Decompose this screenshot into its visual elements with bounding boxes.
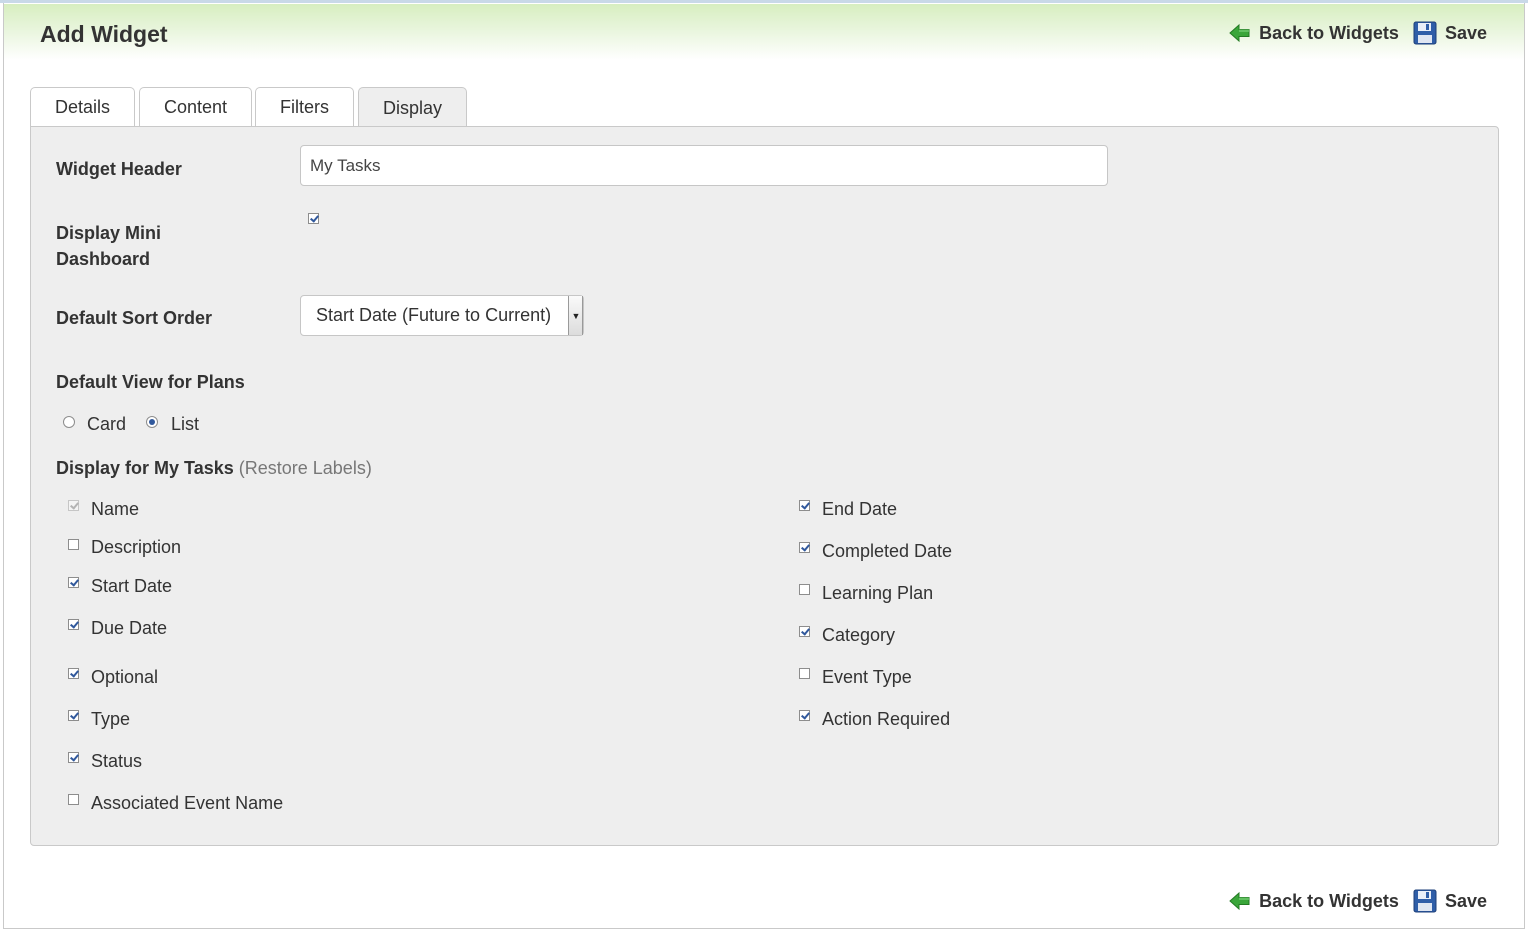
field-end-date-checkbox[interactable] (799, 500, 810, 511)
field-associated-event-name-checkbox[interactable] (68, 794, 79, 805)
display-for-label: Display for My Tasks (Restore Labels) (56, 455, 372, 481)
tab-filters[interactable]: Filters (255, 87, 354, 126)
back-arrow-icon (1229, 891, 1250, 911)
field-status-checkbox[interactable] (68, 752, 79, 763)
sort-order-label: Default Sort Order (56, 308, 213, 328)
field-learning-plan-label: Learning Plan (822, 583, 934, 603)
save-button[interactable]: Save (1413, 21, 1487, 45)
back-to-widgets-button[interactable]: Back to Widgets (1229, 22, 1399, 44)
header-actions: Back to Widgets Save (1215, 21, 1487, 45)
display-for-title: Display for My Tasks (56, 458, 234, 478)
display-tab-panel: Widget Header My Tasks Display Mini Dash… (30, 126, 1499, 846)
save-button-bottom[interactable]: Save (1413, 889, 1487, 913)
widget-header-value: My Tasks (310, 155, 381, 175)
restore-close-paren: ) (365, 458, 372, 478)
view-list-radio[interactable] (146, 416, 158, 428)
page-title: Add Widget (40, 21, 168, 47)
back-to-widgets-label: Back to Widgets (1259, 890, 1399, 911)
default-view-label: Default View for Plans (56, 372, 245, 392)
field-due-date-label: Due Date (91, 618, 168, 638)
sort-order-select[interactable]: Start Date (Future to Current) ▼ (300, 295, 584, 336)
tab-details[interactable]: Details (30, 87, 135, 126)
field-completed-date-label: Completed Date (822, 541, 953, 561)
field-associated-event-name-label: Associated Event Name (91, 793, 284, 813)
tab-content[interactable]: Content (139, 87, 252, 126)
view-list-label: List (171, 414, 200, 434)
restore-labels-link[interactable]: Restore Labels (245, 458, 366, 478)
field-event-type-label: Event Type (822, 667, 912, 687)
mini-dashboard-checkbox[interactable] (308, 213, 319, 224)
save-label: Save (1444, 890, 1487, 911)
sort-order-value: Start Date (Future to Current) (316, 305, 552, 325)
field-completed-date-checkbox[interactable] (799, 542, 810, 553)
back-arrow-icon (1229, 23, 1250, 43)
field-type-checkbox[interactable] (68, 710, 79, 721)
field-type-label: Type (91, 709, 131, 729)
view-card-label: Card (87, 414, 127, 434)
field-start-date-label: Start Date (91, 576, 173, 596)
widget-header-label: Widget Header (56, 159, 182, 179)
view-card-radio[interactable] (63, 416, 75, 428)
field-event-type-checkbox[interactable] (799, 668, 810, 679)
save-disk-icon (1413, 21, 1437, 45)
mini-dashboard-label-line2: Dashboard (56, 249, 151, 269)
field-start-date-checkbox[interactable] (68, 577, 79, 588)
field-description-label: Description (91, 537, 182, 557)
field-action-required-label: Action Required (822, 709, 951, 729)
field-end-date-label: End Date (822, 499, 898, 519)
field-status-label: Status (91, 751, 143, 771)
field-action-required-checkbox[interactable] (799, 710, 810, 721)
field-description-checkbox[interactable] (68, 539, 79, 550)
field-due-date-checkbox[interactable] (68, 619, 79, 630)
tab-display[interactable]: Display (358, 87, 467, 128)
footer-actions: Back to Widgets Save (1215, 889, 1487, 913)
widget-header-input[interactable]: My Tasks (300, 145, 1108, 186)
field-optional-checkbox[interactable] (68, 668, 79, 679)
field-optional-label: Optional (91, 667, 159, 687)
save-disk-icon (1413, 889, 1437, 913)
field-learning-plan-checkbox[interactable] (799, 584, 810, 595)
back-to-widgets-label: Back to Widgets (1259, 22, 1399, 43)
mini-dashboard-label: Display Mini Dashboard (56, 220, 161, 272)
save-label: Save (1444, 22, 1487, 43)
field-name-label: Name (91, 499, 140, 519)
field-category-label: Category (822, 625, 896, 645)
field-category-checkbox[interactable] (799, 626, 810, 637)
mini-dashboard-label-line1: Display Mini (56, 223, 162, 243)
field-name-checkbox[interactable] (68, 500, 79, 511)
back-to-widgets-button-bottom[interactable]: Back to Widgets (1229, 890, 1399, 912)
chevron-down-icon: ▼ (568, 296, 583, 335)
